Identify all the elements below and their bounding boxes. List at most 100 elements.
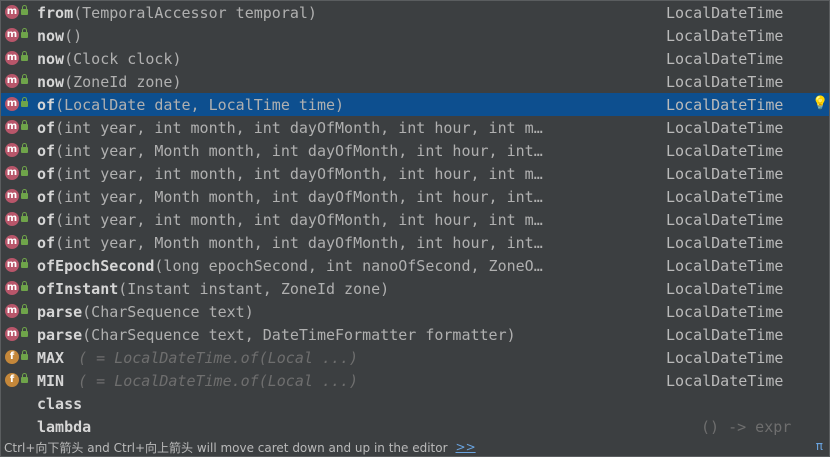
item-name: of	[37, 210, 56, 229]
public-lock-icon	[21, 28, 28, 38]
item-return-type: LocalDateTime	[666, 302, 784, 321]
public-lock-icon	[21, 327, 28, 337]
item-signature: lambda	[37, 418, 657, 436]
completion-item[interactable]: m ofEpochSecond (long epochSecond, int nan…	[1, 254, 829, 277]
item-params: (Clock clock)	[64, 49, 182, 68]
item-return-type: LocalDateTime	[666, 72, 784, 91]
item-name: of	[37, 187, 56, 206]
item-name: class	[37, 394, 83, 413]
method-icon: m	[5, 212, 19, 226]
item-icon-slot: m	[1, 231, 37, 254]
completion-item[interactable]: m of (LocalDate date, LocalTime time) Local…	[1, 93, 829, 116]
public-lock-icon	[21, 235, 28, 245]
completion-item[interactable]: f MIN ( = LocalDateTime.of(Local ...) Local…	[1, 369, 829, 392]
item-icon-slot: m	[1, 300, 37, 323]
public-lock-icon	[21, 304, 28, 314]
public-lock-icon	[21, 350, 28, 360]
item-signature: MIN ( = LocalDateTime.of(Local ...)	[37, 372, 657, 390]
item-icon-slot: m	[1, 162, 37, 185]
public-lock-icon	[21, 212, 28, 222]
completion-popup: m from (TemporalAccessor temporal) LocalDat…	[0, 0, 830, 457]
item-signature: of (int year, int month, int dayOfMonth, …	[37, 165, 657, 183]
method-icon: m	[5, 28, 19, 42]
completion-item[interactable]: m from (TemporalAccessor temporal) LocalDat…	[1, 1, 829, 24]
completion-item[interactable]: m now() LocalDateTime	[1, 24, 829, 47]
item-return-type: LocalDateTime	[666, 95, 784, 114]
method-icon: m	[5, 97, 19, 111]
item-signature: now (ZoneId zone)	[37, 73, 657, 91]
item-name: of	[37, 118, 56, 137]
completion-item[interactable]: m of (int year, Month month, int dayOfMont…	[1, 139, 829, 162]
item-name: now	[37, 72, 65, 91]
item-return-type: LocalDateTime	[666, 233, 784, 252]
item-name: now	[37, 26, 65, 45]
footer-more-link[interactable]: >>	[456, 440, 476, 454]
item-name: of	[37, 164, 56, 183]
item-return-type: LocalDateTime	[666, 26, 784, 45]
completion-item[interactable]: m now (ZoneId zone) LocalDateTime	[1, 70, 829, 93]
item-icon-slot	[1, 392, 37, 415]
completion-item[interactable]: m of (int year, int month, int dayOfMonth,…	[1, 116, 829, 139]
item-return-type: LocalDateTime	[666, 141, 784, 160]
completion-item[interactable]: m of (int year, int month, int dayOfMonth,…	[1, 162, 829, 185]
item-signature: of (LocalDate date, LocalTime time)	[37, 96, 657, 114]
item-params: (int year, int month, int dayOfMonth, in…	[55, 164, 543, 183]
item-return-type: LocalDateTime	[666, 256, 784, 275]
completion-item[interactable]: m now (Clock clock) LocalDateTime	[1, 47, 829, 70]
public-lock-icon	[21, 189, 28, 199]
public-lock-icon	[21, 166, 28, 176]
completion-item[interactable]: class	[1, 392, 829, 415]
item-signature: MAX ( = LocalDateTime.of(Local ...)	[37, 349, 657, 367]
item-signature: of (int year, Month month, int dayOfMonth…	[37, 142, 657, 160]
item-params: (long epochSecond, int nanoOfSecond, Zon…	[154, 256, 543, 275]
item-params: (int year, int month, int dayOfMonth, in…	[55, 118, 543, 137]
item-return-type: LocalDateTime	[666, 325, 784, 344]
item-constant-value: ( = LocalDateTime.of(Local ...)	[78, 348, 359, 367]
completion-item[interactable]: lambda () -> expr	[1, 415, 829, 438]
completion-item[interactable]: m of (int year, Month month, int dayOfMont…	[1, 185, 829, 208]
completion-item[interactable]: m parse (CharSequence text) LocalDateTime	[1, 300, 829, 323]
item-signature: parse (CharSequence text)	[37, 303, 657, 321]
item-icon-slot: m	[1, 185, 37, 208]
item-signature: of (int year, Month month, int dayOfMonth…	[37, 188, 657, 206]
public-lock-icon	[21, 120, 28, 130]
item-name: MIN	[37, 371, 65, 390]
lightbulb-icon[interactable]: 💡	[812, 97, 828, 110]
method-icon: m	[5, 74, 19, 88]
completion-item[interactable]: m of (int year, Month month, int dayOfMont…	[1, 231, 829, 254]
item-icon-slot: m	[1, 47, 37, 70]
item-icon-slot	[1, 415, 37, 438]
public-lock-icon	[21, 74, 28, 84]
public-lock-icon	[21, 51, 28, 61]
public-lock-icon	[21, 5, 28, 15]
item-params: (int year, Month month, int dayOfMonth, …	[55, 187, 543, 206]
method-icon: m	[5, 166, 19, 180]
item-params: (LocalDate date, LocalTime time)	[55, 95, 345, 114]
public-lock-icon	[21, 143, 28, 153]
item-signature: parse (CharSequence text, DateTimeFormatt…	[37, 326, 657, 344]
completion-item[interactable]: m ofInstant (Instant instant, ZoneId zone)…	[1, 277, 829, 300]
item-params: ()	[64, 26, 83, 45]
item-return-type: LocalDateTime	[666, 210, 784, 229]
item-return-type: LocalDateTime	[666, 187, 784, 206]
item-name: from	[37, 3, 74, 22]
item-params: (CharSequence text)	[82, 302, 254, 321]
item-name: now	[37, 49, 65, 68]
item-constant-value: ( = LocalDateTime.of(Local ...)	[78, 371, 359, 390]
completion-item[interactable]: m of (int year, int month, int dayOfMonth,…	[1, 208, 829, 231]
completion-item[interactable]: m parse (CharSequence text, DateTimeFormat…	[1, 323, 829, 346]
field-icon: f	[5, 373, 19, 387]
public-lock-icon	[21, 373, 28, 383]
item-signature: ofInstant (Instant instant, ZoneId zone)	[37, 280, 657, 298]
completion-list: m from (TemporalAccessor temporal) LocalDat…	[1, 1, 829, 438]
item-signature: of (int year, int month, int dayOfMonth, …	[37, 119, 657, 137]
item-name: of	[37, 233, 56, 252]
completion-footer: Ctrl+向下箭头 and Ctrl+向上箭头 will move caret …	[1, 438, 829, 456]
item-params: (int year, Month month, int dayOfMonth, …	[55, 233, 543, 252]
item-icon-slot: m	[1, 277, 37, 300]
item-name: MAX	[37, 348, 65, 367]
item-signature: from (TemporalAccessor temporal)	[37, 4, 657, 22]
completion-item[interactable]: f MAX ( = LocalDateTime.of(Local ...) Local…	[1, 346, 829, 369]
method-icon: m	[5, 304, 19, 318]
item-signature: class	[37, 395, 657, 413]
